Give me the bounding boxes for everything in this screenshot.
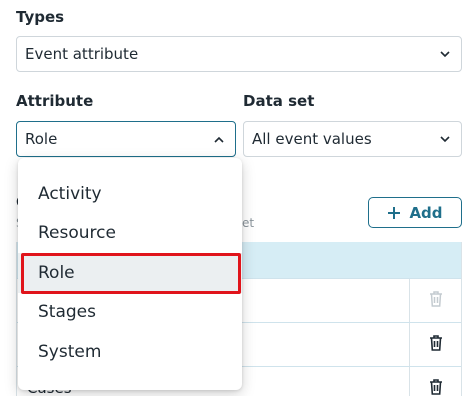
add-button-label: Add	[409, 203, 443, 222]
section-subtitle-end: et	[242, 216, 255, 230]
dataset-label: Data set	[243, 92, 315, 110]
types-select[interactable]: Event attribute	[16, 36, 462, 72]
attribute-select-value: Role	[25, 130, 58, 148]
chevron-up-icon	[213, 133, 225, 145]
dataset-select-value: All event values	[252, 130, 372, 148]
types-label: Types	[16, 8, 65, 26]
chevron-down-icon	[439, 48, 451, 60]
menu-item-resource[interactable]: Resource	[18, 214, 242, 254]
trash-icon[interactable]	[429, 334, 443, 356]
attribute-select[interactable]: Role	[16, 121, 236, 157]
trash-icon-disabled	[429, 290, 443, 312]
delete-cell	[409, 279, 461, 322]
delete-cell[interactable]	[409, 367, 461, 396]
trash-icon[interactable]	[429, 378, 443, 396]
plus-icon	[387, 203, 401, 223]
types-select-value: Event attribute	[25, 45, 139, 63]
delete-cell[interactable]	[409, 323, 461, 366]
chevron-down-icon	[439, 133, 451, 145]
dataset-select[interactable]: All event values	[243, 121, 462, 157]
add-button[interactable]: Add	[368, 197, 462, 228]
menu-item-activity[interactable]: Activity	[18, 174, 242, 214]
attribute-label: Attribute	[16, 92, 94, 110]
menu-item-system[interactable]: System	[18, 332, 242, 372]
selection-highlight	[21, 253, 241, 294]
menu-item-stages[interactable]: Stages	[18, 293, 242, 333]
